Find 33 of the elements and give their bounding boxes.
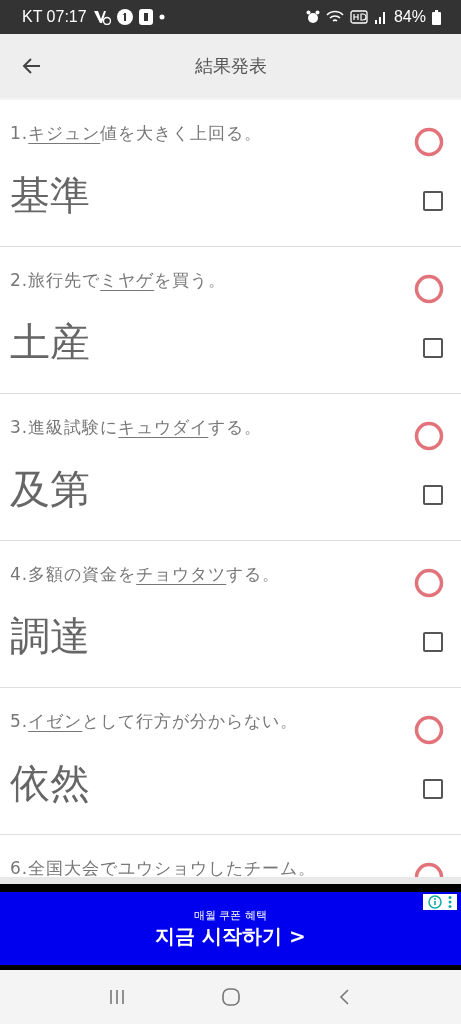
checkbox[interactable]	[423, 485, 443, 505]
status-time: KT 07:17	[22, 8, 87, 26]
question-text: 1.キジュン値を大きく上回る。	[10, 122, 263, 145]
question-text: 6.全国大会でユウショウ したチーム。	[10, 857, 317, 877]
ad-banner[interactable]: 매월 쿠폰 혜택 지금 시작하기 >	[0, 884, 461, 970]
question-text: 2.旅行先で ミヤゲを買う。	[10, 269, 227, 292]
dot-icon	[158, 14, 165, 20]
question-text: 5.イゼン として行方が分からない。	[10, 710, 299, 733]
ad-subtitle: 매월 쿠폰 혜택	[194, 907, 267, 923]
checkbox[interactable]	[423, 191, 443, 211]
battery-percent: 84%	[393, 8, 426, 26]
question-text: 4.多額の資金を チョウタツする。	[10, 563, 281, 586]
ad-info-icon[interactable]	[423, 894, 457, 910]
badge-icon	[116, 9, 133, 25]
home-button[interactable]	[220, 987, 241, 1007]
checkbox[interactable]	[423, 632, 443, 652]
notification-icon	[92, 9, 111, 25]
recents-button[interactable]	[107, 988, 126, 1006]
signal-icon	[373, 10, 388, 24]
battery-icon	[432, 9, 441, 25]
question-text: 3.進級試験にキュウダイする。	[10, 416, 263, 439]
answer-text: 基準	[10, 171, 90, 220]
screen-title: 結果発表	[194, 55, 267, 76]
app-icon	[138, 9, 153, 25]
answer-text: 及第	[10, 465, 90, 514]
checkbox[interactable]	[423, 338, 443, 358]
checkbox[interactable]	[423, 779, 443, 799]
ad-headline: 지금 시작하기 >	[155, 922, 306, 950]
hd-icon	[349, 10, 368, 24]
wifi-icon	[325, 10, 344, 24]
answer-text: 調達	[10, 612, 90, 661]
answer-text: 依然	[10, 759, 90, 808]
answer-text: 土産	[10, 318, 90, 367]
